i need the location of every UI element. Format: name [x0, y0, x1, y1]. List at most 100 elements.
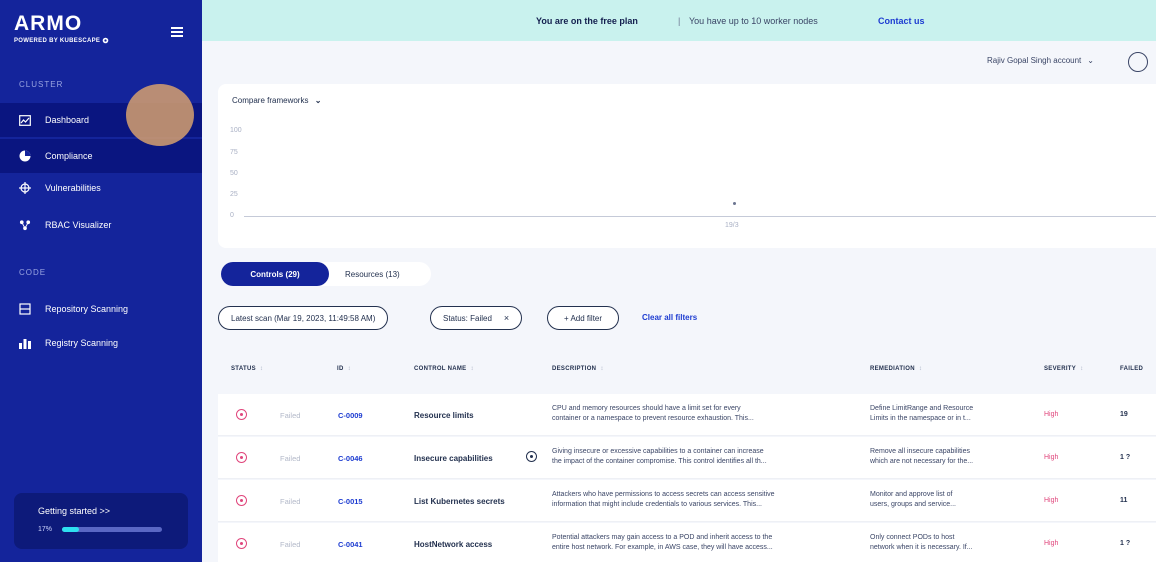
control-remediation: Define LimitRange and Resource Limits in …: [870, 405, 974, 422]
y-tick-label: 0: [230, 212, 234, 219]
sidebar-item-vulnerabilities[interactable]: Vulnerabilities: [0, 171, 202, 205]
status-text: Failed: [280, 497, 301, 506]
table-row[interactable]: Failed C-0041 HostNetwork access Potenti…: [218, 523, 1156, 562]
getting-started-card[interactable]: Getting started >> 17%: [14, 493, 188, 549]
failed-status-icon: [236, 452, 247, 463]
scan-date-filter[interactable]: Latest scan (Mar 19, 2023, 11:49:58 AM): [218, 306, 389, 330]
y-tick-label: 50: [230, 170, 238, 177]
control-description: Potential attackers may gain access to a…: [552, 534, 773, 551]
add-filter-button[interactable]: + Add filter: [547, 306, 620, 330]
control-remediation: Monitor and approve list of users, groups…: [870, 491, 956, 508]
sort-icon[interactable]: ↕: [600, 366, 603, 372]
control-id-link[interactable]: C-0009: [338, 411, 363, 420]
failed-status-icon: [236, 409, 247, 420]
sidebar-item-label: RBAC Visualizer: [45, 220, 112, 230]
failed-count[interactable]: 11: [1120, 497, 1127, 504]
sidebar: ARMO POWERED BY KUBESCAPE CLUSTER Dashbo…: [0, 0, 202, 562]
control-id-link[interactable]: C-0041: [338, 540, 363, 549]
control-name: HostNetwork access: [414, 540, 493, 549]
plan-banner: You are on the free plan | You have up t…: [202, 0, 1156, 41]
add-filter-label: + Add filter: [564, 313, 603, 323]
sidebar-item-label: Vulnerabilities: [45, 183, 101, 193]
sidebar-item-rbac-visualizer[interactable]: RBAC Visualizer: [0, 208, 202, 242]
severity-badge: High: [1044, 411, 1059, 418]
banner-nodes: You have up to 10 worker nodes: [689, 15, 818, 26]
compliance-icon: [19, 150, 31, 162]
sidebar-item-label: Repository Scanning: [45, 304, 129, 314]
control-name: Resource limits: [414, 411, 474, 420]
kubescape-logo-icon: [102, 37, 109, 44]
table-row[interactable]: Failed C-0015 List Kubernetes secrets At…: [218, 480, 1156, 522]
tab-controls[interactable]: Controls (29): [221, 262, 329, 286]
failed-status-icon: [236, 495, 247, 506]
rbac-icon: [19, 219, 31, 231]
sort-icon[interactable]: ↕: [1080, 366, 1083, 372]
sidebar-item-registry-scanning[interactable]: Registry Scanning: [0, 326, 202, 360]
logo-text: ARMO: [14, 12, 83, 35]
sidebar-item-label: Dashboard: [45, 115, 90, 125]
failed-status-icon: [236, 538, 247, 549]
column-header-status[interactable]: STATUS ↕: [231, 366, 263, 372]
sort-icon[interactable]: ↕: [348, 366, 351, 372]
vulnerabilities-icon: [19, 182, 31, 194]
account-name: Rajiv Gopal Singh account: [987, 56, 1082, 65]
getting-started-progress: [62, 527, 163, 532]
sort-icon[interactable]: ↕: [471, 366, 474, 372]
armo-logo[interactable]: ARMO POWERED BY KUBESCAPE: [14, 12, 109, 44]
severity-badge: High: [1044, 497, 1059, 504]
compare-frameworks-label: Compare frameworks: [232, 96, 309, 105]
table-row[interactable]: Failed C-0046 Insecure capabilities Givi…: [218, 437, 1156, 479]
click-indicator: [126, 84, 194, 146]
column-header-id[interactable]: ID ↕: [337, 366, 351, 372]
control-name: Insecure capabilities: [414, 454, 493, 463]
severity-badge: High: [1044, 540, 1059, 547]
user-avatar-icon[interactable]: [1128, 52, 1148, 72]
menu-toggle-icon[interactable]: [171, 27, 183, 37]
x-tick-label: 19/3: [725, 222, 739, 229]
severity-badge: High: [1044, 454, 1059, 461]
control-id-link[interactable]: C-0015: [338, 497, 363, 506]
clear-all-filters-link[interactable]: Clear all filters: [642, 313, 697, 322]
x-axis-line: [244, 216, 1156, 217]
failed-count[interactable]: 19: [1120, 411, 1128, 418]
sort-icon[interactable]: ↕: [919, 366, 922, 372]
tab-resources[interactable]: Resources (13): [345, 262, 400, 286]
column-header-control-name[interactable]: CONTROL NAME ↕: [414, 366, 474, 372]
getting-started-progress-fill: [62, 527, 80, 532]
failed-count[interactable]: 1 ?: [1120, 454, 1130, 461]
status-filter-label: Status: Failed: [443, 313, 492, 323]
close-icon[interactable]: ×: [504, 313, 509, 323]
section-cluster: CLUSTER: [19, 80, 64, 89]
failed-count[interactable]: 1 ?: [1120, 540, 1130, 547]
y-tick-label: 25: [230, 191, 238, 198]
control-name: List Kubernetes secrets: [414, 497, 505, 506]
getting-started-label: Getting started >>: [38, 506, 111, 516]
section-code: CODE: [19, 268, 47, 277]
sidebar-item-repository-scanning[interactable]: Repository Scanning: [0, 292, 202, 326]
info-icon[interactable]: [526, 451, 537, 462]
status-text: Failed: [280, 540, 301, 549]
getting-started-percent: 17%: [38, 526, 53, 533]
sort-icon[interactable]: ↕: [260, 366, 263, 372]
column-header-description[interactable]: DESCRIPTION ↕: [552, 366, 604, 372]
contact-us-link[interactable]: Contact us: [878, 16, 925, 26]
column-header-remediation[interactable]: REMEDIATION ↕: [870, 366, 922, 372]
y-tick-label: 100: [230, 127, 242, 134]
view-tabs: Controls (29) Resources (13): [221, 262, 431, 286]
banner-separator: |: [678, 15, 681, 26]
data-point: [733, 202, 736, 206]
table-row[interactable]: Failed C-0009 Resource limits CPU and me…: [218, 394, 1156, 436]
control-remediation: Remove all insecure capabilities which ar…: [870, 448, 974, 465]
chevron-down-icon: ⌄: [1087, 56, 1094, 65]
table-header: STATUS ↕ ID ↕ CONTROL NAME ↕ DESCRIPTION ↕ R…: [218, 356, 1156, 384]
control-id-link[interactable]: C-0046: [338, 454, 363, 463]
compliance-chart-card: Compare frameworks ⌄ 100 75 50 25 0 19/3: [218, 84, 1156, 248]
registry-icon: [19, 337, 31, 349]
status-filter[interactable]: Status: Failed ×: [430, 306, 523, 330]
compare-frameworks-dropdown[interactable]: Compare frameworks ⌄: [232, 96, 321, 105]
control-description: Attackers who have permissions to access…: [552, 491, 775, 508]
column-header-severity[interactable]: SEVERITY ↕: [1044, 366, 1083, 372]
column-header-failed[interactable]: FAILED: [1120, 366, 1143, 372]
account-selector[interactable]: Rajiv Gopal Singh account ⌄: [987, 56, 1094, 65]
sidebar-item-label: Registry Scanning: [45, 338, 119, 348]
